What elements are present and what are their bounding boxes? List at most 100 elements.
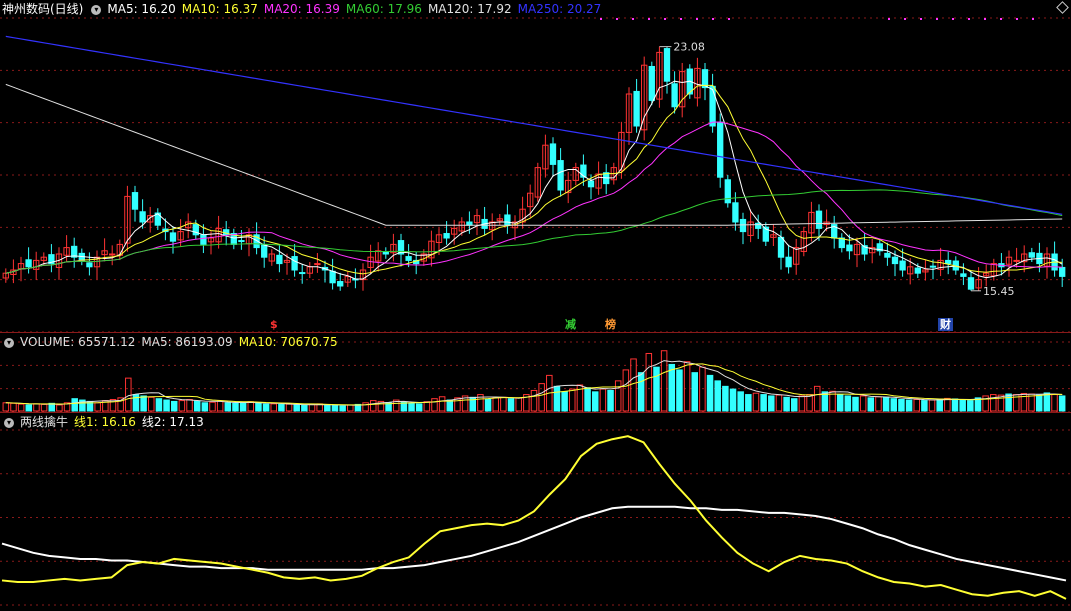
candle-body bbox=[25, 259, 32, 268]
candle-body bbox=[785, 256, 792, 268]
volume-bar bbox=[148, 396, 155, 412]
candle-body bbox=[238, 240, 245, 243]
volume-bar bbox=[798, 395, 806, 412]
candle-body bbox=[633, 90, 640, 127]
candle-body bbox=[929, 265, 937, 268]
ma120-label: MA120: 17.92 bbox=[427, 2, 512, 16]
volume-bar bbox=[278, 403, 285, 412]
volume-bar bbox=[768, 395, 775, 412]
volume-bar bbox=[178, 400, 186, 412]
volume-bar bbox=[40, 403, 48, 412]
volume-bar bbox=[775, 394, 783, 412]
marker-finance[interactable]: 财 bbox=[938, 318, 953, 331]
volume-label: VOLUME: 65571.12 bbox=[20, 335, 136, 349]
signal-dot bbox=[1016, 18, 1018, 20]
volume-bar bbox=[691, 372, 699, 412]
volume-bar bbox=[33, 403, 40, 412]
candle-body bbox=[200, 234, 207, 245]
candle-body bbox=[405, 256, 412, 261]
volume-ma-line bbox=[5, 360, 1063, 406]
candle-body bbox=[329, 270, 336, 284]
signal-dot bbox=[728, 18, 730, 20]
ma60-label: MA60: 17.96 bbox=[345, 2, 422, 16]
volume-bar bbox=[898, 398, 905, 412]
volume-bar bbox=[653, 366, 660, 412]
volume-bar bbox=[813, 385, 821, 412]
chevron-down-icon[interactable]: ▾ bbox=[4, 417, 14, 428]
volume-bar bbox=[584, 387, 591, 412]
signal-dot bbox=[888, 18, 890, 20]
candle-body bbox=[960, 273, 967, 277]
volume-bar bbox=[1035, 394, 1043, 412]
candle-body bbox=[314, 263, 321, 266]
candle-body bbox=[732, 202, 739, 223]
volume-bar bbox=[729, 388, 737, 412]
volume-legend: ▾ VOLUME: 65571.12 MA5: 86193.09 MA10: 7067… bbox=[2, 334, 344, 350]
volume-bar bbox=[484, 398, 492, 412]
candle-body bbox=[131, 192, 139, 210]
volume-bar bbox=[569, 388, 576, 412]
candle-body bbox=[382, 251, 389, 255]
candle-body bbox=[967, 277, 975, 290]
line1-label: 线1: 16.16 bbox=[74, 415, 136, 429]
candle-body bbox=[709, 85, 716, 127]
volume-bar bbox=[630, 358, 637, 412]
candle-body bbox=[914, 267, 921, 274]
volume-bar bbox=[255, 402, 262, 412]
signal-dot bbox=[952, 18, 954, 20]
volume-bar bbox=[905, 399, 913, 412]
volume-bar bbox=[1043, 392, 1051, 412]
volume-bar bbox=[852, 396, 859, 412]
chevron-down-icon[interactable]: ▾ bbox=[4, 337, 14, 348]
signal-dot bbox=[936, 18, 938, 20]
volume-bar bbox=[614, 380, 622, 412]
ma-line bbox=[5, 80, 1063, 280]
high-label: 23.08 bbox=[673, 41, 705, 54]
volume-ma10-label: MA10: 70670.75 bbox=[238, 335, 338, 349]
stock-title: 神州数码(日线) bbox=[2, 2, 84, 16]
candle-body bbox=[739, 218, 747, 233]
volume-bar bbox=[431, 398, 438, 412]
signal-dot bbox=[664, 18, 666, 20]
ma-line bbox=[5, 121, 1063, 274]
volume-bar bbox=[967, 400, 974, 412]
candle-body bbox=[815, 210, 823, 229]
candle-body bbox=[1013, 259, 1020, 262]
volume-bar bbox=[990, 394, 997, 412]
volume-bar bbox=[622, 369, 630, 412]
volume-bar bbox=[752, 392, 760, 412]
volume-bar bbox=[714, 380, 721, 412]
candle-body bbox=[945, 259, 952, 265]
volume-bar bbox=[423, 401, 431, 412]
volume-bar bbox=[500, 396, 507, 412]
volume-bar bbox=[936, 398, 943, 412]
candle-body bbox=[109, 253, 116, 256]
candle-body bbox=[724, 179, 731, 204]
volume-bar bbox=[201, 402, 209, 412]
volume-bar bbox=[285, 403, 293, 412]
volume-bar bbox=[216, 400, 224, 412]
volume-bar bbox=[561, 391, 568, 412]
signal-dot bbox=[712, 18, 714, 20]
volume-bar bbox=[783, 396, 790, 412]
candle-body bbox=[717, 121, 724, 178]
volume-bar bbox=[1051, 394, 1058, 412]
signal-dot bbox=[616, 18, 618, 20]
volume-bar bbox=[645, 352, 653, 412]
chevron-down-icon[interactable]: ▾ bbox=[91, 4, 102, 15]
ma5-label: MA5: 16.20 bbox=[107, 2, 176, 16]
volume-bar bbox=[56, 404, 63, 412]
volume-bar bbox=[232, 402, 239, 412]
marker-ranking[interactable]: 榜 bbox=[603, 318, 618, 331]
signal-dot bbox=[1032, 18, 1034, 20]
marker-reduce[interactable]: 减 bbox=[563, 318, 578, 331]
volume-bar bbox=[2, 402, 10, 412]
volume-bar bbox=[193, 400, 201, 412]
volume-bar bbox=[668, 363, 676, 412]
signal-dot bbox=[904, 18, 906, 20]
candle-body bbox=[671, 83, 678, 108]
volume-bar bbox=[760, 394, 767, 412]
volume-bar bbox=[209, 401, 216, 412]
marker-dividend[interactable]: $ bbox=[268, 318, 280, 331]
volume-ma5-label: MA5: 86193.09 bbox=[141, 335, 233, 349]
